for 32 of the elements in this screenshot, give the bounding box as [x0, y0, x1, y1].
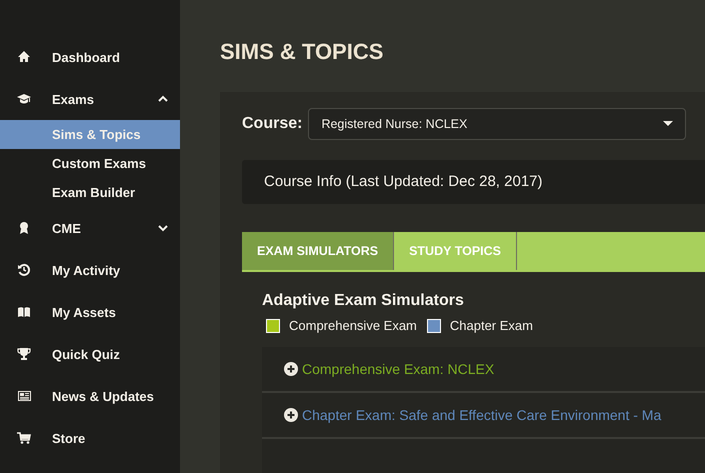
exam-row[interactable]: Chapter Exam: Safe and Effective Care Environment - Ma	[262, 393, 705, 439]
course-info-bar[interactable]: Course Info (Last Updated: Dec 28, 2017)	[242, 160, 705, 204]
legend-label: Comprehensive Exam	[289, 318, 417, 333]
home-icon	[17, 50, 31, 64]
plus-circle-icon	[284, 362, 298, 376]
award-icon	[17, 221, 31, 235]
nav-subitem[interactable]: Exam Builder	[0, 178, 180, 207]
exam-row[interactable]: Comprehensive Exam: NCLEX	[262, 347, 705, 393]
nav-item[interactable]: Quick Quiz	[0, 340, 180, 368]
exam-link[interactable]: Comprehensive Exam: NCLEX	[302, 361, 494, 377]
plus-circle-icon	[284, 408, 298, 422]
legend-label: Chapter Exam	[450, 318, 533, 333]
caret-icon	[663, 121, 674, 127]
nav-item[interactable]: Exams	[0, 85, 180, 113]
nav-item[interactable]: Store	[0, 424, 180, 452]
nav-subitem[interactable]: Custom Exams	[0, 149, 180, 178]
trophy-icon	[17, 347, 31, 361]
exam-link[interactable]: Chapter Exam: Safe and Effective Care Environment - Ma	[302, 407, 662, 423]
course-label: Course:	[242, 115, 302, 133]
nav-item[interactable]: My Activity	[0, 256, 180, 284]
nav-item[interactable]: Dashboard	[0, 43, 180, 71]
nav-item[interactable]: My Assets	[0, 298, 180, 326]
history-icon	[17, 263, 31, 277]
nav-item[interactable]: CME	[0, 214, 180, 242]
nav-item[interactable]: News & Updates	[0, 382, 180, 410]
book-icon	[17, 305, 31, 319]
section-title: Adaptive Exam Simulators	[262, 292, 465, 310]
cart-icon	[17, 431, 31, 445]
course-dropdown[interactable]: Registered Nurse: NCLEX	[308, 108, 686, 140]
graduation-cap-icon	[17, 92, 31, 106]
newspaper-icon	[17, 389, 31, 403]
page-title: SIMS & TOPICS	[220, 39, 384, 65]
